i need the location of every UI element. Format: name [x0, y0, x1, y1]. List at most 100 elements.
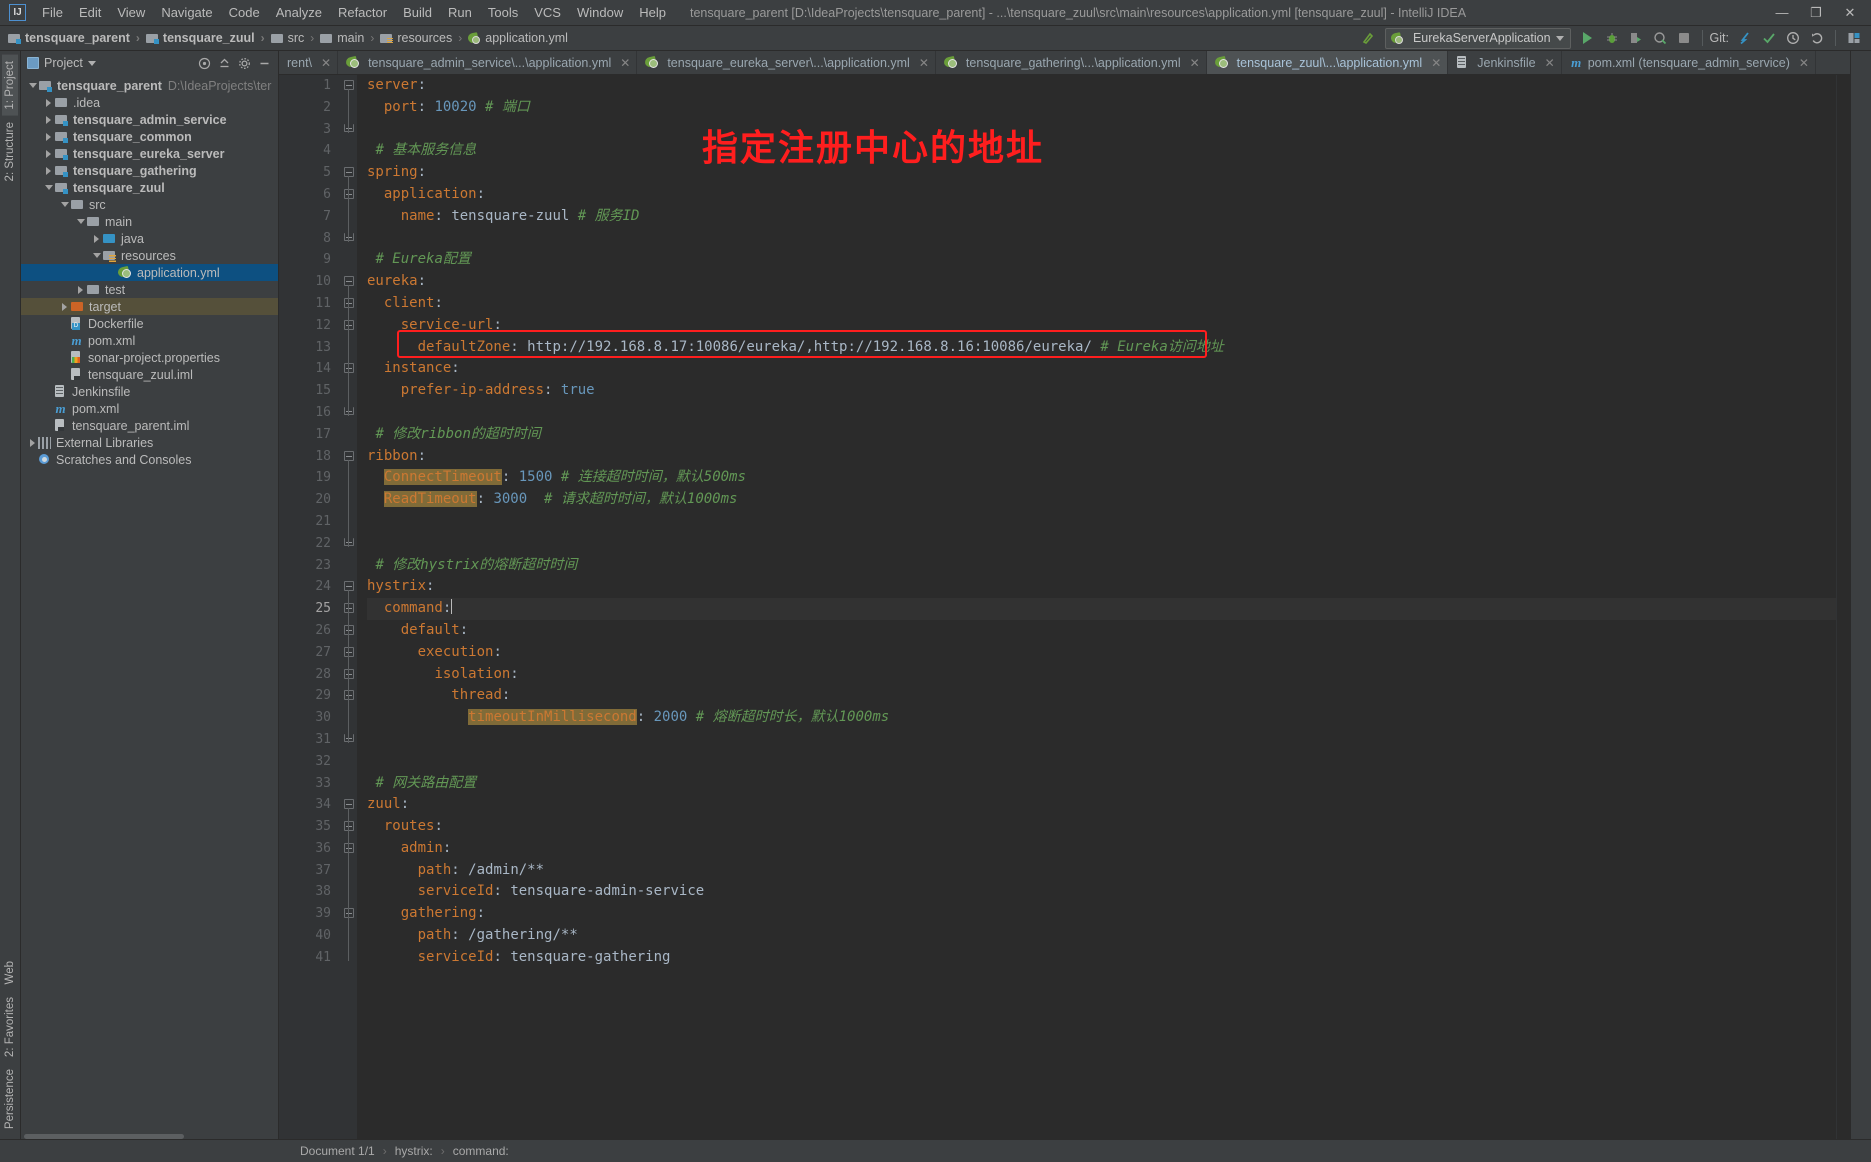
fold-collapse-icon[interactable]	[344, 189, 354, 199]
tree-node-tensquare-eureka-server[interactable]: tensquare_eureka_server	[21, 145, 278, 162]
tree-node-external-libraries[interactable]: External Libraries	[21, 434, 278, 451]
menu-edit[interactable]: Edit	[71, 3, 109, 22]
tree-toggle-collapsed-icon[interactable]	[43, 166, 54, 175]
fold-collapse-icon[interactable]	[344, 646, 354, 657]
close-tab-icon[interactable]: ✕	[1545, 56, 1555, 70]
close-tab-icon[interactable]: ✕	[919, 56, 929, 70]
history-icon[interactable]	[1782, 28, 1804, 49]
menu-vcs[interactable]: VCS	[526, 3, 569, 22]
tree-node-tensquare-parent-iml[interactable]: tensquare_parent.iml	[21, 417, 278, 434]
tree-toggle-collapsed-icon[interactable]	[27, 438, 38, 447]
hide-panel-icon[interactable]	[255, 54, 274, 73]
tree-toggle-collapsed-icon[interactable]	[91, 234, 102, 243]
tree-node-tensquare-gathering[interactable]: tensquare_gathering	[21, 162, 278, 179]
fold-collapse-icon[interactable]	[344, 625, 354, 635]
fold-end-icon[interactable]	[344, 537, 354, 546]
tree-toggle-collapsed-icon[interactable]	[43, 115, 54, 124]
tree-node-tensquare-zuul[interactable]: tensquare_zuul	[21, 179, 278, 196]
editor-tab-5[interactable]: Jenkinsfile ✕	[1448, 51, 1562, 74]
editor-marker-bar[interactable]	[1836, 75, 1850, 1139]
editor-tab-4[interactable]: tensquare_zuul\...\application.yml ✕	[1206, 51, 1449, 74]
tool-window-tab-structure[interactable]: 2: Structure	[2, 116, 18, 187]
menu-tools[interactable]: Tools	[480, 3, 526, 22]
run-configuration-selector[interactable]: EurekaServerApplication	[1384, 27, 1571, 49]
fold-collapse-icon[interactable]	[344, 581, 354, 592]
close-button[interactable]: ✕	[1833, 0, 1867, 26]
tree-node-scratches-and-consoles[interactable]: Scratches and Consoles	[21, 451, 278, 468]
tree-node-sonar-project-properties[interactable]: sonar-project.properties	[21, 349, 278, 366]
tree-node-main[interactable]: main	[21, 213, 278, 230]
collapse-all-icon[interactable]	[215, 54, 234, 73]
editor-tab-1[interactable]: tensquare_admin_service\...\application.…	[338, 51, 638, 74]
breadcrumb-src[interactable]: src ›	[270, 31, 321, 45]
horizontal-scrollbar[interactable]	[24, 1134, 184, 1139]
fold-collapse-icon[interactable]	[344, 319, 354, 330]
tool-window-tab-favorites[interactable]: 2: Favorites	[2, 991, 18, 1063]
breadcrumb-main[interactable]: main ›	[320, 31, 380, 45]
menu-refactor[interactable]: Refactor	[330, 3, 395, 22]
build-icon[interactable]	[1357, 28, 1379, 49]
profile-icon[interactable]	[1649, 28, 1671, 49]
tree-toggle-expanded-icon[interactable]	[75, 219, 86, 224]
maximize-button[interactable]: ❐	[1799, 0, 1833, 26]
run-with-coverage-icon[interactable]	[1625, 28, 1647, 49]
tree-node-tensquare-common[interactable]: tensquare_common	[21, 128, 278, 145]
update-project-icon[interactable]	[1734, 28, 1756, 49]
rollback-icon[interactable]	[1806, 28, 1828, 49]
scroll-from-source-icon[interactable]	[195, 54, 214, 73]
tree-toggle-collapsed-icon[interactable]	[59, 302, 70, 311]
tree-toggle-collapsed-icon[interactable]	[43, 98, 54, 107]
menu-build[interactable]: Build	[395, 3, 440, 22]
editor-tab-2[interactable]: tensquare_eureka_server\...\application.…	[637, 51, 936, 74]
fold-collapse-icon[interactable]	[344, 668, 354, 679]
fold-end-icon[interactable]	[344, 407, 354, 415]
tree-node-java[interactable]: java	[21, 230, 278, 247]
tree-node-dockerfile[interactable]: Dockerfile	[21, 315, 278, 332]
breadcrumb-application-yml[interactable]: application.yml	[468, 31, 568, 45]
tree-node-pom-xml[interactable]: m pom.xml	[21, 400, 278, 417]
commit-icon[interactable]	[1758, 28, 1780, 49]
tree-node-resources[interactable]: resources	[21, 247, 278, 264]
fold-collapse-icon[interactable]	[344, 363, 354, 374]
tree-toggle-expanded-icon[interactable]	[91, 253, 102, 258]
tree-toggle-expanded-icon[interactable]	[59, 202, 70, 207]
breadcrumb-tensquare-zuul[interactable]: tensquare_zuul ›	[145, 31, 271, 45]
tree-node-pom-xml[interactable]: m pom.xml	[21, 332, 278, 349]
close-tab-icon[interactable]: ✕	[1799, 56, 1809, 70]
status-breadcrumb-command[interactable]: command:	[447, 1144, 515, 1158]
fold-collapse-icon[interactable]	[344, 908, 354, 919]
fold-collapse-icon[interactable]	[344, 690, 354, 701]
menu-view[interactable]: View	[109, 3, 153, 22]
fold-end-icon[interactable]	[344, 232, 354, 241]
close-tab-icon[interactable]: ✕	[1431, 56, 1441, 70]
tree-toggle-collapsed-icon[interactable]	[43, 132, 54, 141]
fold-collapse-icon[interactable]	[344, 603, 354, 614]
menu-file[interactable]: File	[34, 3, 71, 22]
tree-node-jenkinsfile[interactable]: Jenkinsfile	[21, 383, 278, 400]
editor-tab-6[interactable]: m pom.xml (tensquare_admin_service) ✕	[1562, 51, 1816, 74]
tree-node-src[interactable]: src	[21, 196, 278, 213]
fold-collapse-icon[interactable]	[344, 80, 354, 90]
tool-window-tab-persistence[interactable]: Persistence	[2, 1063, 18, 1135]
stop-icon[interactable]	[1673, 28, 1695, 49]
close-tab-icon[interactable]: ✕	[620, 56, 630, 70]
tree-node-application-yml[interactable]: application.yml	[21, 264, 278, 281]
fold-collapse-icon[interactable]	[344, 276, 354, 287]
fold-collapse-icon[interactable]	[344, 167, 354, 178]
tree-node-target[interactable]: target	[21, 298, 278, 315]
tree-node-tensquare-parent[interactable]: tensquare_parent D:\IdeaProjects\ter	[21, 77, 278, 94]
tool-window-tab-project[interactable]: 1: Project	[2, 55, 18, 116]
fold-collapse-icon[interactable]	[344, 799, 354, 810]
close-tab-icon[interactable]: ✕	[1190, 56, 1200, 70]
breadcrumb-resources[interactable]: resources ›	[380, 31, 468, 45]
tree-toggle-expanded-icon[interactable]	[43, 185, 54, 190]
debug-icon[interactable]	[1601, 28, 1623, 49]
menu-run[interactable]: Run	[440, 3, 480, 22]
editor-tab-3[interactable]: tensquare_gathering\...\application.yml ✕	[936, 51, 1207, 74]
editor-tab-0[interactable]: rent\ ✕	[279, 51, 339, 74]
close-tab-icon[interactable]: ✕	[321, 56, 331, 70]
fold-end-icon[interactable]	[344, 123, 354, 132]
gear-icon[interactable]	[235, 54, 254, 73]
fold-collapse-icon[interactable]	[344, 450, 354, 461]
tree-node-idea[interactable]: .idea	[21, 94, 278, 111]
